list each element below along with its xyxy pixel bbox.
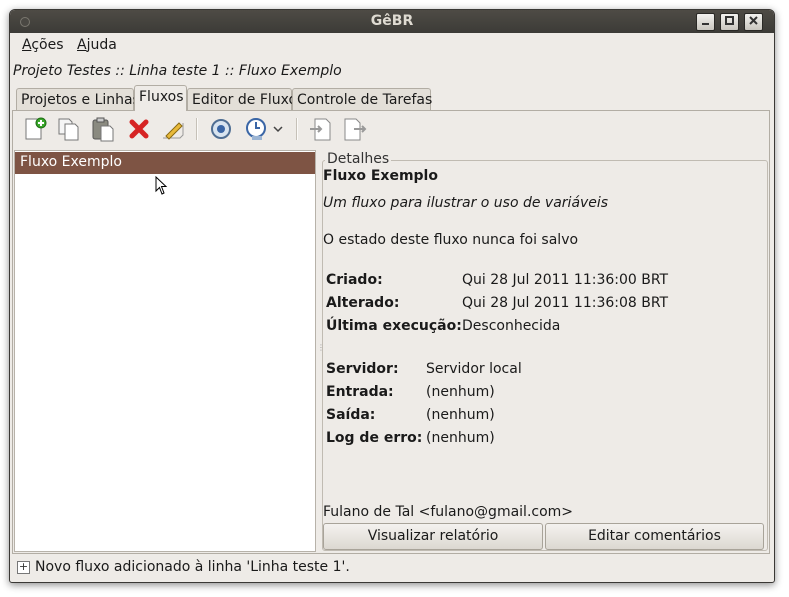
new-flow-icon [25,117,47,140]
flow-list[interactable]: Fluxo Exemplo [14,150,316,552]
view-report-button[interactable]: Visualizar relatório [323,523,543,550]
tab-controle-de-tarefas[interactable]: Controle de Tarefas [292,88,432,110]
breadcrumb: Projeto Testes :: Linha teste 1 :: Fluxo… [13,63,342,79]
paste-icon [92,117,114,142]
minimize-button[interactable] [696,13,715,31]
statusbar: + Novo fluxo adicionado à linha 'Linha t… [10,556,774,580]
menubar: Ações Ajuda [10,34,774,58]
menu-ajuda-mnemonic: A [77,37,87,53]
window-title: GêBR [370,13,414,29]
pane-splitter[interactable]: ⋮ [317,344,325,358]
tab-editor-de-fluxo[interactable]: Editor de Fluxo [187,88,297,110]
last-execution-value: Desconhecida [462,318,561,334]
copy-button[interactable] [56,116,82,142]
tab-fluxos[interactable]: Fluxos [134,85,187,111]
input-label: Entrada: [326,384,394,400]
app-window: GêBR Ações Ajuda Projeto Testes :: Linha… [9,9,775,583]
close-button[interactable] [744,13,763,31]
input-value: (nenhum) [426,384,495,400]
new-flow-button[interactable] [22,116,48,142]
maximize-icon [725,16,734,25]
details-description: Um fluxo para ilustrar o uso de variávei… [323,195,609,211]
close-icon [749,16,758,25]
mouse-pointer-icon [155,175,169,200]
delete-button[interactable] [126,116,152,142]
output-value: (nenhum) [426,407,495,423]
last-execution-label: Última execução: [326,318,462,334]
edit-properties-icon [163,122,184,140]
created-label: Criado: [326,272,383,288]
modified-label: Alterado: [326,295,400,311]
output-label: Saída: [326,407,376,423]
execute-button[interactable] [208,116,234,142]
minimize-icon [702,23,709,25]
copy-icon [58,118,79,141]
delete-icon [129,119,149,139]
import-icon [310,118,331,141]
details-legend: Detalhes [325,151,392,167]
maximize-button[interactable] [720,13,739,31]
details-title: Fluxo Exemplo [323,168,438,184]
status-message: Novo fluxo adicionado à linha 'Linha tes… [35,559,350,575]
server-label: Servidor: [326,361,399,377]
created-value: Qui 28 Jul 2011 11:36:00 BRT [462,272,669,288]
edit-comments-button[interactable]: Editar comentários [545,523,764,550]
menu-ajuda-label: juda [86,37,117,53]
schedule-icon [246,118,266,140]
menu-acoes-mnemonic: A [22,37,32,53]
export-icon [344,118,367,141]
tab-projetos-e-linhas[interactable]: Projetos e Linhas [16,88,140,110]
details-frame [322,160,768,551]
server-value: Servidor local [426,361,522,377]
menu-acoes-label: ções [31,37,64,53]
modified-value: Qui 28 Jul 2011 11:36:08 BRT [462,295,669,311]
list-item[interactable]: Fluxo Exemplo [15,152,315,174]
paste-button[interactable] [90,116,116,142]
menu-ajuda[interactable]: Ajuda [77,37,117,53]
edit-properties-button[interactable] [160,116,186,142]
schedule-button[interactable] [244,116,270,142]
chevron-down-icon [273,126,283,133]
author-info: Fulano de Tal <fulano@gmail.com> [323,504,574,520]
expand-log-button[interactable]: + [17,561,30,574]
details-state: O estado deste fluxo nunca foi salvo [323,232,579,248]
import-button[interactable] [308,116,334,142]
titlebar[interactable]: GêBR [10,10,774,33]
error-log-label: Log de erro: [326,430,423,446]
menu-acoes[interactable]: Ações [22,37,64,53]
schedule-dropdown-button[interactable] [270,116,286,142]
execute-icon [211,119,231,139]
toolbar-separator [296,118,298,140]
error-log-value: (nenhum) [426,430,495,446]
export-button[interactable] [342,116,368,142]
toolbar-separator [196,118,198,140]
